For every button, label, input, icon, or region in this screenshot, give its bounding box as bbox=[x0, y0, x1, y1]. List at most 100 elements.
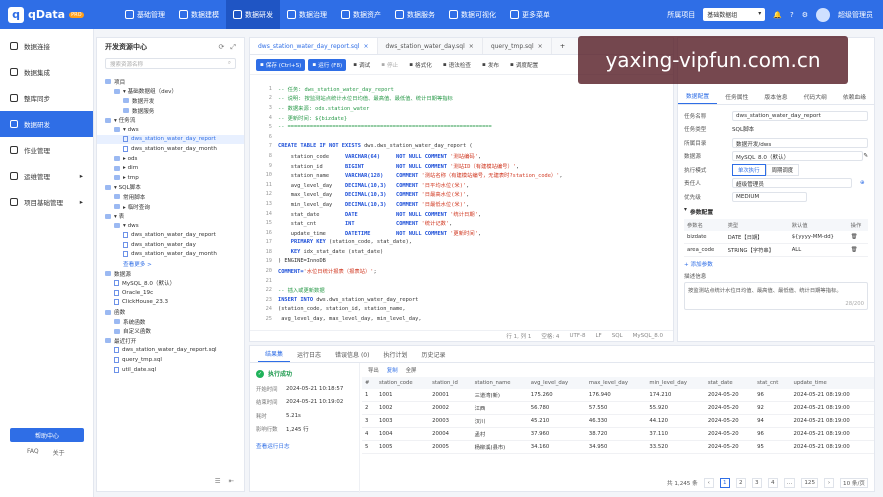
trash-icon[interactable]: 🗑 bbox=[851, 247, 858, 253]
tree-node[interactable]: Oracle_19c bbox=[97, 288, 244, 298]
result-col-header[interactable]: # bbox=[362, 377, 376, 389]
topnav-item-7[interactable]: 更多菜单 bbox=[503, 0, 557, 29]
tree-node[interactable]: ▾ 基础数据组（dev） bbox=[97, 87, 244, 97]
toolbar-button-0[interactable]: ▪ 保存 (Ctrl+S) bbox=[256, 58, 306, 71]
sidebar-item-2[interactable]: 整库同步 bbox=[0, 85, 93, 111]
tree-node[interactable]: dws_station_water_day_report bbox=[97, 231, 244, 241]
tree-node[interactable]: dws_station_water_day_report.sql bbox=[97, 346, 244, 356]
result-col-header[interactable]: station_code bbox=[376, 377, 430, 389]
collapse-icon[interactable]: ⇤ bbox=[229, 477, 234, 491]
prop-value[interactable]: MySQL_8.0（默认） bbox=[732, 151, 864, 162]
trash-icon[interactable]: 🗑 bbox=[851, 234, 858, 240]
topnav-item-0[interactable]: 基础管理 bbox=[118, 0, 172, 29]
result-col-header[interactable]: station_id bbox=[429, 377, 472, 389]
chevron-left-icon[interactable]: ‹ bbox=[703, 478, 714, 488]
settings-icon[interactable]: ⚙ bbox=[802, 11, 808, 19]
resource-search-input[interactable]: 搜索资源名称 ⌕ bbox=[105, 58, 236, 69]
add-param-button[interactable]: + 添加参数 bbox=[684, 260, 868, 268]
add-circle-icon[interactable]: ⊕ bbox=[860, 180, 865, 186]
tree-node[interactable]: ▸ 临时查询 bbox=[97, 202, 244, 212]
project-select[interactable]: 基础数据组 ▾ bbox=[703, 8, 766, 21]
tree-node[interactable]: ClickHouse_23.3 bbox=[97, 298, 244, 308]
result-col-header[interactable]: min_level_day bbox=[646, 377, 705, 389]
param-section-header[interactable]: ▾ 参数配置 bbox=[684, 207, 868, 216]
close-icon[interactable]: × bbox=[538, 43, 543, 50]
tree-node[interactable]: ▸ tmp bbox=[97, 173, 244, 183]
tree-node[interactable]: ▾ 任务流 bbox=[97, 115, 244, 125]
tree-node[interactable]: 项目 bbox=[97, 77, 244, 87]
editor-tab[interactable]: query_tmp.sql × bbox=[483, 38, 552, 54]
tree-node[interactable]: 数据源 bbox=[97, 269, 244, 279]
result-col-header[interactable]: avg_level_day bbox=[527, 377, 586, 389]
toolbar-button-3[interactable]: ▪ 停止 bbox=[377, 59, 402, 71]
tree-node[interactable]: dws_station_water_day bbox=[97, 240, 244, 250]
topnav-item-3[interactable]: 数据治理 bbox=[280, 0, 334, 29]
tree-node[interactable]: 最近打开 bbox=[97, 336, 244, 346]
topnav-item-6[interactable]: 数据可视化 bbox=[442, 0, 503, 29]
tree-node[interactable]: ▾ dws bbox=[97, 221, 244, 231]
help-icon[interactable]: ? bbox=[790, 11, 794, 19]
app-logo[interactable]: q qData PRO bbox=[0, 6, 118, 23]
table-row[interactable]: 2 1002 20002 江西 56.780 57.550 55.920 2024-05-20… bbox=[362, 401, 874, 415]
prop-value[interactable]: dws_station_water_day_report bbox=[732, 110, 868, 121]
about-link[interactable]: 关于 bbox=[53, 448, 65, 457]
topnav-item-1[interactable]: 数据建模 bbox=[172, 0, 226, 29]
topnav-item-2[interactable]: 数据研发 bbox=[226, 0, 280, 29]
result-col-header[interactable]: max_level_day bbox=[585, 377, 647, 389]
results-tab[interactable]: 结果集 bbox=[258, 346, 291, 362]
toolbar-button-6[interactable]: ▪ 发布 bbox=[478, 59, 503, 71]
exec-mode-option[interactable]: 单次执行 bbox=[732, 163, 766, 176]
topnav-item-5[interactable]: 数据服务 bbox=[388, 0, 442, 29]
page-size-select[interactable]: 10 条/页 bbox=[840, 478, 868, 488]
tree-node[interactable]: ▸ dim bbox=[97, 163, 244, 173]
page-button[interactable]: 4 bbox=[767, 478, 778, 488]
faq-link[interactable]: FAQ bbox=[27, 448, 39, 457]
tree-node[interactable]: util_date.sql bbox=[97, 365, 244, 375]
expand-icon[interactable]: ⤢ bbox=[230, 43, 236, 52]
bell-icon[interactable]: 🔔 bbox=[773, 11, 782, 19]
page-button[interactable]: 1 bbox=[719, 478, 730, 488]
edit-icon[interactable]: ✎ bbox=[863, 153, 868, 159]
result-tool-button[interactable]: 导出 bbox=[368, 366, 379, 374]
tree-node[interactable]: dws_station_water_day_report bbox=[97, 134, 244, 145]
table-row[interactable]: 5 1005 20005 杨柳溪(县市) 34.160 34.950 33.520 2024-… bbox=[362, 440, 874, 454]
page-button[interactable]: 3 bbox=[751, 478, 762, 488]
view-log-link[interactable]: 查看运行日志 bbox=[256, 442, 353, 450]
tree-node[interactable]: ▾ 表 bbox=[97, 211, 244, 221]
results-tab[interactable]: 历史记录 bbox=[414, 346, 452, 362]
tree-node[interactable]: 数据开发 bbox=[97, 96, 244, 106]
refresh-icon[interactable]: ⟳ bbox=[219, 43, 225, 52]
toolbar-button-7[interactable]: ▪ 调度配置 bbox=[506, 59, 542, 71]
tree-node[interactable]: ▸ ods bbox=[97, 154, 244, 164]
avatar[interactable] bbox=[816, 7, 830, 22]
results-tab[interactable]: 错误信息 (0) bbox=[328, 346, 376, 362]
props-tab[interactable]: 代码大纲 bbox=[796, 88, 835, 104]
code-area[interactable]: 1 -- 任务: dws_station_water_day_report 2 -- … bbox=[250, 84, 673, 328]
priority-select[interactable]: MEDIUM bbox=[732, 191, 807, 202]
prop-value[interactable]: 数据开发/dws bbox=[732, 137, 868, 148]
tree-node[interactable]: ▾ dws bbox=[97, 125, 244, 135]
tree-node[interactable]: dws_station_water_day_month bbox=[97, 144, 244, 154]
props-tab[interactable]: 数据配置 bbox=[678, 88, 718, 104]
sidebar-item-5[interactable]: 运维管理 ▸ bbox=[0, 163, 93, 189]
topnav-item-4[interactable]: 数据资产 bbox=[334, 0, 388, 29]
tree-node[interactable]: 常用脚本 bbox=[97, 192, 244, 202]
result-col-header[interactable]: station_name bbox=[471, 377, 528, 389]
props-tab[interactable]: 任务属性 bbox=[717, 88, 756, 104]
tree-node[interactable]: query_tmp.sql bbox=[97, 355, 244, 365]
tree-node[interactable]: ▾ SQL脚本 bbox=[97, 183, 244, 193]
close-icon[interactable]: × bbox=[469, 43, 474, 50]
page-button[interactable]: 2 bbox=[735, 478, 746, 488]
sidebar-item-0[interactable]: 数据连接 bbox=[0, 33, 93, 59]
tree-node[interactable]: 函数 bbox=[97, 307, 244, 317]
help-center-button[interactable]: 帮助中心 bbox=[10, 428, 84, 442]
toolbar-button-5[interactable]: ▪ 语法检查 bbox=[439, 59, 475, 71]
toolbar-button-4[interactable]: ▪ 格式化 bbox=[405, 59, 436, 71]
list-icon[interactable]: ☰ bbox=[215, 477, 221, 491]
plus-icon[interactable]: + bbox=[552, 38, 573, 54]
props-tab[interactable]: 依赖血缘 bbox=[835, 88, 874, 104]
table-row[interactable]: 1 1001 20001 三道湾(新) 175.260 176.940 174.210 202… bbox=[362, 389, 874, 402]
sidebar-item-3[interactable]: 数据研发 bbox=[0, 111, 93, 137]
tree-node[interactable]: dws_station_water_day_month bbox=[97, 250, 244, 260]
table-row[interactable]: 4 1004 20004 孟村 37.960 38.720 37.110 2024-05-20… bbox=[362, 427, 874, 441]
